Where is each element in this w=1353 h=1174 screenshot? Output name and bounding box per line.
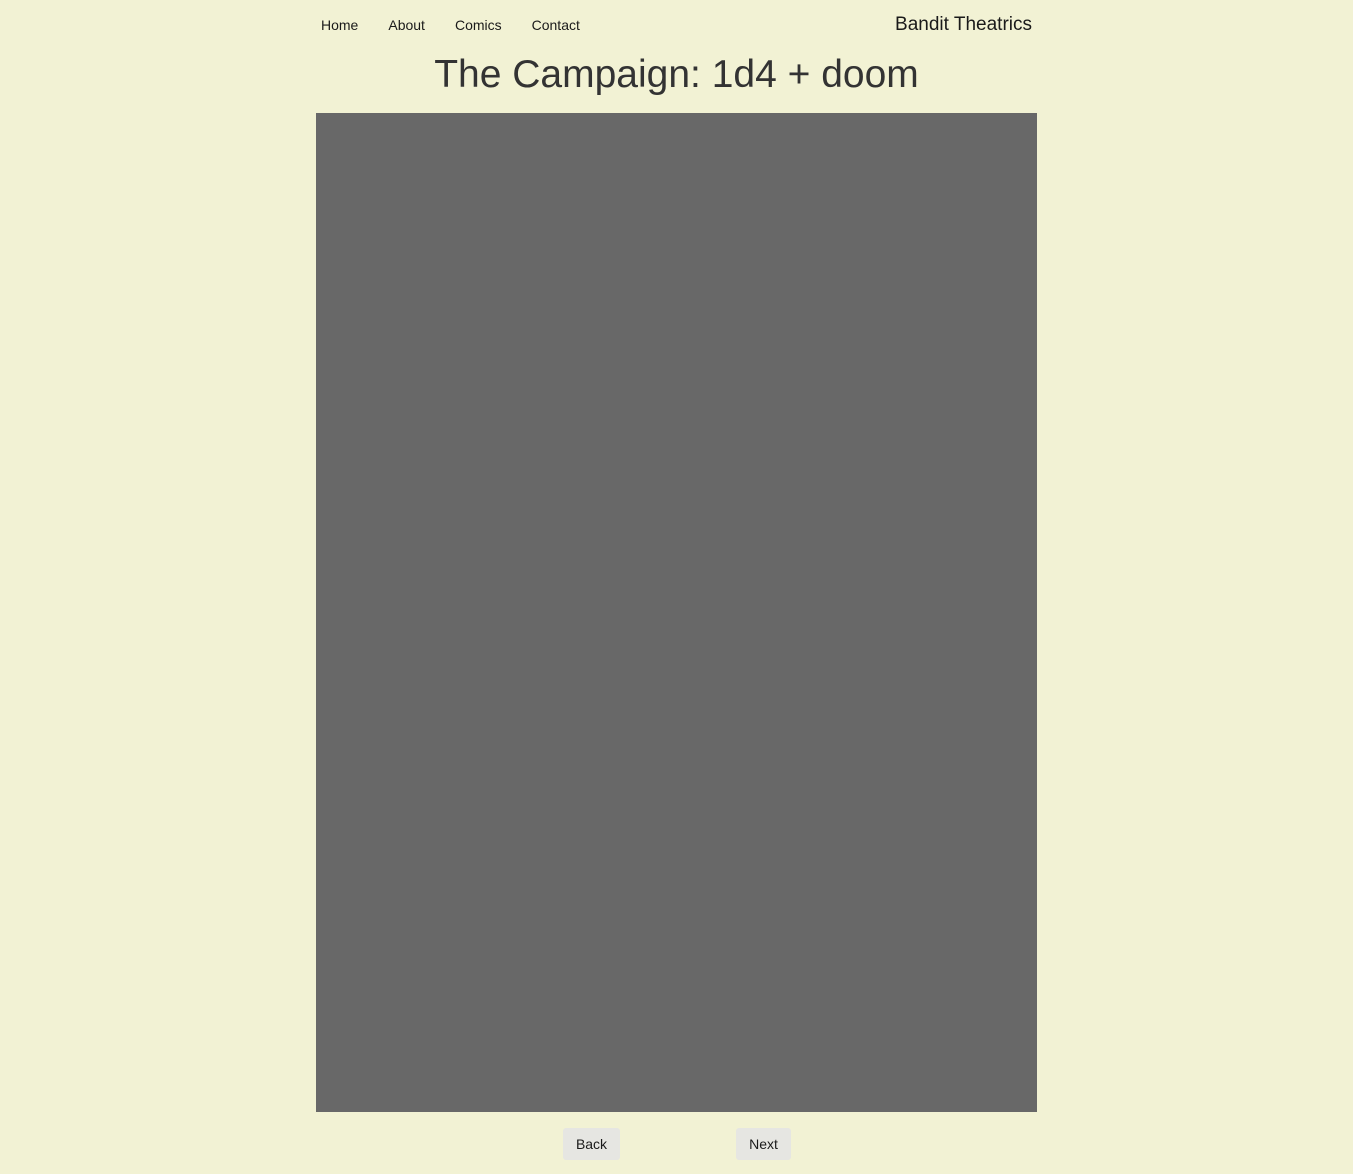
site-brand[interactable]: Bandit Theatrics <box>895 14 1032 36</box>
top-navbar: Home About Comics Contact Bandit Theatri… <box>316 0 1037 50</box>
nav-link-comics[interactable]: Comics <box>455 17 502 33</box>
nav-link-contact[interactable]: Contact <box>532 17 580 33</box>
back-button[interactable]: Back <box>563 1128 620 1160</box>
page-title: The Campaign: 1d4 + doom <box>434 53 919 96</box>
comic-pager: Back Next <box>316 1128 1037 1160</box>
comic-image <box>316 113 1037 1112</box>
nav-links: Home About Comics Contact <box>321 17 580 33</box>
next-button[interactable]: Next <box>736 1128 791 1160</box>
nav-link-about[interactable]: About <box>388 17 425 33</box>
nav-link-home[interactable]: Home <box>321 17 358 33</box>
page-container: Home About Comics Contact Bandit Theatri… <box>316 0 1037 1174</box>
